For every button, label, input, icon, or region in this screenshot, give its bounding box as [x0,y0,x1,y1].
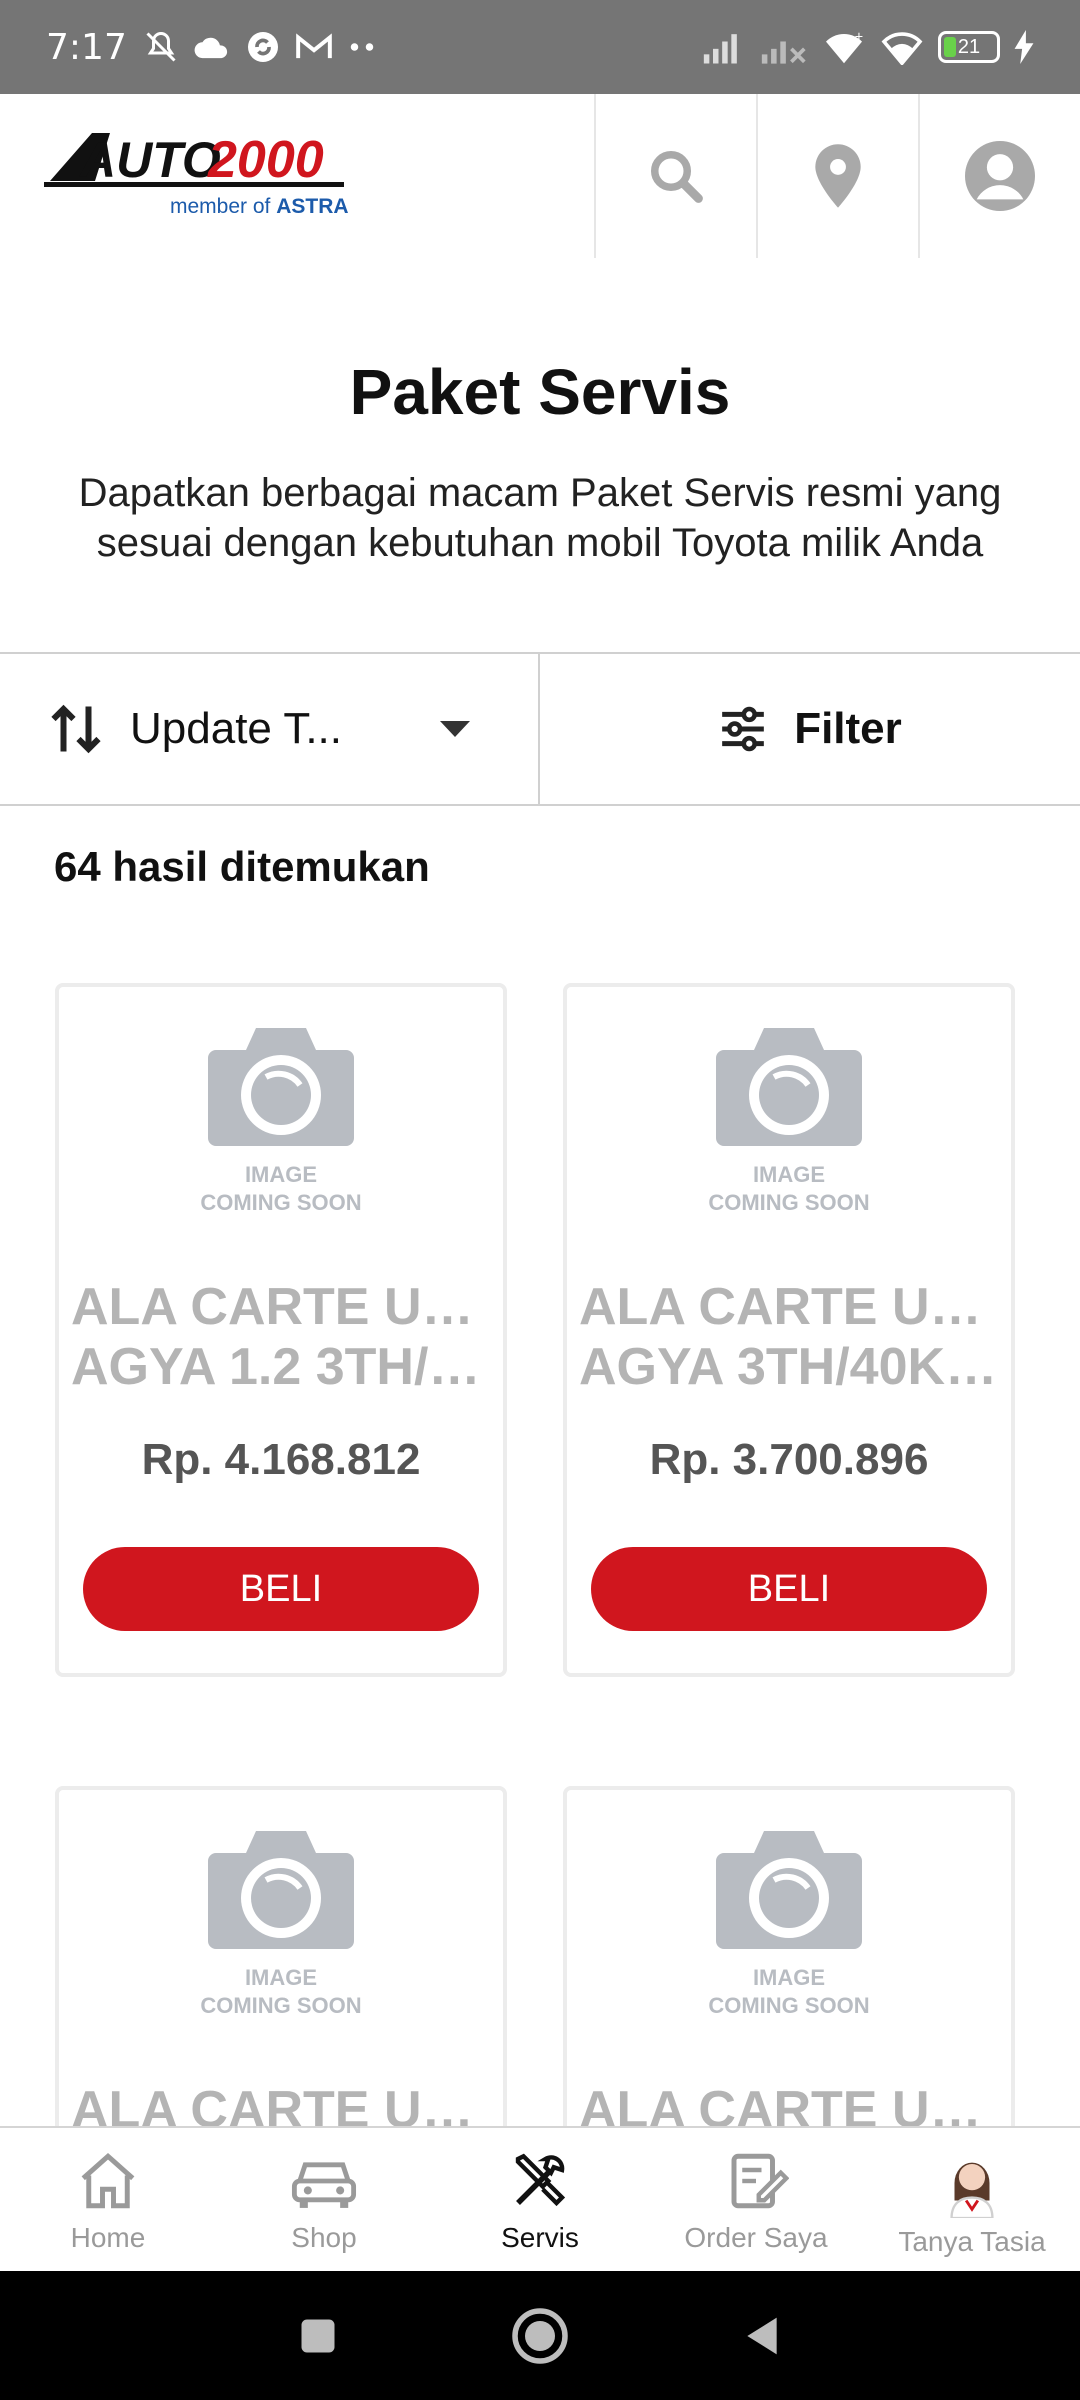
nav-item-home[interactable]: Home [0,2128,216,2271]
nav-label: Order Saya [684,2222,828,2253]
product-title-line-2: AGYA 1.2 3TH/4... [71,1338,491,1396]
account-button[interactable] [918,94,1080,258]
battery-icon: 21 [938,31,1000,63]
battery-level: 21 [957,35,981,58]
back-icon[interactable] [740,2312,784,2360]
account-icon [965,141,1035,211]
image-caption-2: COMING SOON [200,1993,362,2018]
status-bar: 7:17 + 21 [0,0,1080,94]
svg-text:2000: 2000 [207,131,324,189]
product-image-placeholder: IMAGE COMING SOON [567,1015,1011,1225]
home-circle-icon[interactable] [510,2306,570,2366]
app-header: AUTO 2000 member of ASTRA [0,94,1080,258]
tools-icon [515,2153,566,2207]
nav-label: Tanya Tasia [898,2226,1046,2257]
product-card[interactable]: IMAGE COMING SOON ALA CARTE UNIT AGYA 3TH… [563,983,1015,1677]
mute-icon [146,31,176,62]
product-title: ALA CARTE UNIT AGYA 3TH/40K ... [579,1277,999,1397]
image-caption-2: COMING SOON [708,1993,870,2018]
image-caption-1: IMAGE [752,1162,826,1187]
nav-label: Shop [291,2222,357,2253]
image-caption-1: IMAGE [244,1965,318,1990]
mail-icon [296,33,332,59]
system-nav-bar [0,2271,1080,2400]
filter-label: Filter [794,704,902,753]
chevron-down-icon [440,721,470,737]
filter-button[interactable]: Filter [540,654,1080,804]
auto2000-logo[interactable]: AUTO 2000 member of ASTRA [40,121,370,231]
result-count: 64 hasil ditemukan [54,843,430,890]
wifi-plus-icon: + [826,30,863,64]
sync-icon [247,32,278,62]
sort-arrows-icon [51,704,101,754]
image-caption-2: COMING SOON [708,1190,870,1215]
more-dots-icon [350,43,374,51]
home-icon [81,2152,135,2209]
order-icon [731,2153,789,2209]
subtitle-line-2: sesuai dengan kebutuhan mobil Toyota mil… [96,521,984,565]
bottom-nav: Home Shop Servis Order Saya Tanya Tasia [0,2126,1080,2271]
image-caption-1: IMAGE [244,1162,318,1187]
nav-item-tanya-tasia[interactable]: Tanya Tasia [864,2128,1080,2271]
svg-text:+: + [855,30,863,46]
search-icon [651,151,703,203]
product-title-line-1: ALA CARTE UNIT [579,1278,999,1336]
product-title-line-1: ALA CARTE UNIT [71,1278,491,1336]
car-icon [291,2162,357,2208]
nav-item-shop[interactable]: Shop [216,2128,432,2271]
assistant-avatar-icon [950,2162,994,2218]
charging-icon [1014,30,1034,64]
location-button[interactable] [756,94,918,258]
product-image-placeholder: IMAGE COMING SOON [59,1015,503,1225]
product-title-line-2: AGYA 3TH/40K ... [579,1338,999,1396]
image-caption-1: IMAGE [752,1965,826,1990]
logo-graphic: AUTO 2000 member of ASTRA [44,131,349,218]
location-pin-icon [815,144,861,208]
sort-label: Update T... [130,704,342,753]
product-image-placeholder: IMAGE COMING SOON [59,1818,503,2028]
page-title: Paket Servis [349,356,731,428]
product-title: ALA CARTE UNIT AGYA 1.2 3TH/4... [71,1277,491,1397]
product-card[interactable]: IMAGE COMING SOON ALA CARTE UNIT AGYA 1.2… [55,983,507,1677]
camera-icon [716,1831,862,1949]
status-time: 7:17 [46,26,127,68]
buy-button[interactable]: BELI [591,1547,987,1631]
camera-icon [208,1028,354,1146]
image-caption-2: COMING SOON [200,1190,362,1215]
sort-filter-bar: Update T... Filter [0,652,1080,806]
page-subtitle: Dapatkan berbagai macam Paket Servis res… [60,468,1020,568]
subtitle-line-1: Dapatkan berbagai macam Paket Servis res… [78,471,1002,515]
svg-text:member of ASTRA: member of ASTRA [170,195,349,218]
camera-icon [208,1831,354,1949]
sort-dropdown[interactable]: Update T... [0,654,540,804]
nav-item-servis[interactable]: Servis [432,2128,648,2271]
product-image-placeholder: IMAGE COMING SOON [567,1818,1011,2028]
nav-item-order-saya[interactable]: Order Saya [648,2128,864,2271]
buy-button[interactable]: BELI [83,1547,479,1631]
camera-icon [716,1028,862,1146]
wifi-icon [881,32,923,65]
search-button[interactable] [594,94,756,258]
recents-icon[interactable] [296,2314,340,2358]
nav-label: Home [70,2222,146,2253]
nav-label: Servis [501,2222,579,2253]
cloud-icon [194,37,227,59]
signal-icon [703,34,737,64]
svg-text:AUTO: AUTO [78,132,221,188]
signal-x-icon [761,41,806,64]
filter-sliders-icon [722,706,765,752]
product-price: Rp. 4.168.812 [141,1435,421,1484]
product-price: Rp. 3.700.896 [649,1435,929,1484]
